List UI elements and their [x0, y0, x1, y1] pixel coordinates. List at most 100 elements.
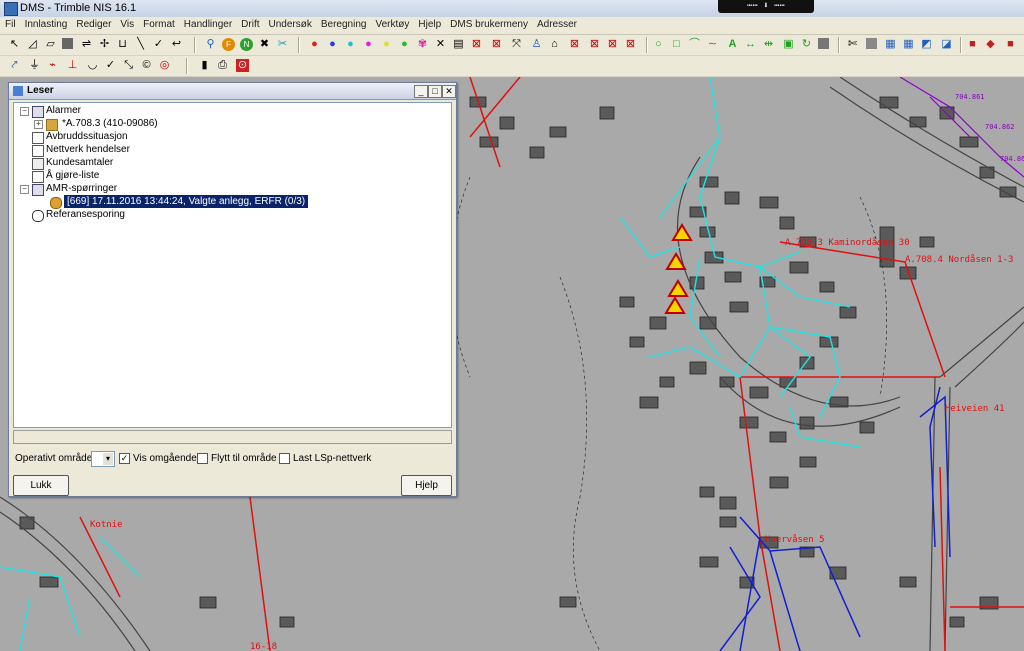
- menu-format[interactable]: Format: [138, 17, 179, 30]
- print-icon[interactable]: ⎙: [216, 59, 229, 72]
- rect-tool-icon[interactable]: □: [670, 38, 683, 51]
- yellow-dot-icon[interactable]: ●: [380, 38, 393, 51]
- move-icon[interactable]: ✢: [98, 38, 111, 51]
- multi-icon[interactable]: ✾: [416, 38, 429, 51]
- box-x-icon[interactable]: ⊠: [470, 38, 483, 51]
- menu-load[interactable]: Innlasting: [20, 17, 72, 30]
- close-button[interactable]: Lukk: [13, 475, 69, 496]
- tree-alarm-item[interactable]: *A.708.3 (410-09086): [62, 117, 158, 130]
- circle-tool-icon[interactable]: ○: [652, 38, 665, 51]
- draw-icon[interactable]: ◿: [26, 38, 39, 51]
- collapse-icon[interactable]: −: [20, 107, 29, 116]
- dialog-title-bar[interactable]: Leser _ □ ✕: [9, 83, 456, 100]
- menu-investigate[interactable]: Undersøk: [264, 17, 316, 30]
- tree-alarms[interactable]: Alarmer: [46, 104, 81, 117]
- bin-icon[interactable]: ▮: [198, 59, 211, 72]
- node-icon[interactable]: ⊔: [116, 38, 129, 51]
- package-icon[interactable]: ■: [1004, 38, 1017, 51]
- check2-icon[interactable]: ✓: [104, 59, 117, 72]
- measure-icon[interactable]: ⤧: [510, 38, 523, 51]
- refresh-tool-icon[interactable]: ↻: [800, 38, 813, 51]
- cyan-dot-icon[interactable]: ●: [344, 38, 357, 51]
- polygon-icon[interactable]: ▱: [44, 38, 57, 51]
- menu-tools[interactable]: Verktøy: [370, 17, 413, 30]
- cup-icon[interactable]: ◡: [86, 59, 99, 72]
- f-icon[interactable]: F: [222, 38, 235, 51]
- menu-help[interactable]: Hjelp: [413, 17, 445, 30]
- cross-tool-icon[interactable]: ✖: [258, 38, 271, 51]
- scissors-icon[interactable]: ✂: [276, 38, 289, 51]
- grid-icon[interactable]: ▦: [884, 38, 897, 51]
- chart-icon[interactable]: ◩: [920, 38, 933, 51]
- doc-icon[interactable]: ▤: [452, 38, 465, 51]
- maximize-icon[interactable]: □: [428, 85, 442, 98]
- layer-icon[interactable]: [866, 38, 877, 49]
- move-to-area-checkbox[interactable]: [197, 453, 208, 464]
- menu-dms-user[interactable]: DMS brukermeny: [445, 17, 532, 30]
- table-icon[interactable]: ▦: [902, 38, 915, 51]
- menu-actions[interactable]: Handlinger: [179, 17, 236, 30]
- show-surroundings-checkbox[interactable]: ✓: [119, 453, 130, 464]
- check-icon[interactable]: ✓: [152, 38, 165, 51]
- tree-amr-item[interactable]: [669] 17.11.2016 13:44:24, Valgte anlegg…: [64, 195, 309, 208]
- text-tool-icon[interactable]: A: [726, 38, 739, 51]
- line-icon[interactable]: ╲: [134, 38, 147, 51]
- cancel-tower-icon[interactable]: ⊠: [568, 38, 581, 51]
- tree-outages[interactable]: Avbruddssituasjon: [46, 130, 128, 143]
- ground-icon[interactable]: ⏚: [28, 59, 41, 72]
- arrows-tool-icon[interactable]: ↔: [744, 38, 757, 51]
- tools-icon[interactable]: ✄: [846, 38, 859, 51]
- chevron-down-icon[interactable]: ▾: [103, 453, 113, 465]
- polyline-tool-icon[interactable]: ⌒: [688, 38, 701, 51]
- cube-icon[interactable]: ◆: [984, 38, 997, 51]
- tree-reference[interactable]: Referansesporing: [46, 208, 125, 221]
- menu-calculation[interactable]: Beregning: [316, 17, 371, 30]
- delete-x-icon[interactable]: ✕: [434, 38, 447, 51]
- person-icon[interactable]: ♙: [530, 38, 543, 51]
- select-icon[interactable]: ↖: [8, 38, 21, 51]
- menu-view[interactable]: Vis: [115, 17, 138, 30]
- menu-addresses[interactable]: Adresser: [532, 17, 581, 30]
- stop-icon[interactable]: ⊙: [236, 59, 249, 72]
- box-x5-icon[interactable]: ⊠: [624, 38, 637, 51]
- target-icon[interactable]: ◎: [158, 59, 171, 72]
- dimension-tool-icon[interactable]: ⇹: [762, 38, 775, 51]
- box-x2-icon[interactable]: ⊠: [490, 38, 503, 51]
- magenta-dot-icon[interactable]: ●: [362, 38, 375, 51]
- menu-operation[interactable]: Drift: [236, 17, 263, 30]
- n-icon[interactable]: N: [240, 38, 253, 51]
- tree-todo[interactable]: Å gjøre-liste: [46, 169, 99, 182]
- gray-box-icon[interactable]: [818, 38, 829, 49]
- blue-dot-icon[interactable]: ●: [326, 38, 339, 51]
- collapse-icon[interactable]: −: [20, 185, 29, 194]
- expand-icon[interactable]: +: [34, 120, 43, 129]
- gift-icon[interactable]: ■: [966, 38, 979, 51]
- trace-icon[interactable]: ⤤: [8, 59, 21, 72]
- reader-tree[interactable]: − Alarmer + *A.708.3 (410-09086) Avbrudd…: [13, 102, 452, 428]
- undo-icon[interactable]: ↩: [170, 38, 183, 51]
- breaker-icon[interactable]: ⊥: [66, 59, 79, 72]
- remote-session-bar[interactable]: ⋯⋯ ⬇ ⋯⋯: [718, 0, 814, 13]
- help-button[interactable]: Hjelp: [401, 475, 452, 496]
- curve-tool-icon[interactable]: ∼: [706, 38, 719, 51]
- cable-icon[interactable]: ⇌: [80, 38, 93, 51]
- fill-icon[interactable]: [62, 38, 73, 49]
- save-tool-icon[interactable]: ▣: [782, 38, 795, 51]
- switch-icon[interactable]: ⌁: [46, 59, 59, 72]
- measure2-icon[interactable]: ⤡: [122, 59, 135, 72]
- tree-network-events[interactable]: Nettverk hendelser: [46, 143, 130, 156]
- minimize-icon[interactable]: _: [414, 85, 428, 98]
- green-dot-icon[interactable]: ●: [398, 38, 411, 51]
- box-x3-icon[interactable]: ⊠: [588, 38, 601, 51]
- chart2-icon[interactable]: ◪: [940, 38, 953, 51]
- tree-amr[interactable]: AMR-spørringer: [46, 182, 117, 195]
- network-icon[interactable]: ⚲: [204, 38, 217, 51]
- last-lsp-checkbox[interactable]: [279, 453, 290, 464]
- operative-area-select[interactable]: ▾: [91, 451, 115, 467]
- close-icon[interactable]: ✕: [442, 85, 456, 98]
- red-dot-icon[interactable]: ●: [308, 38, 321, 51]
- copyright-icon[interactable]: ©: [140, 59, 153, 72]
- menu-file[interactable]: Fil: [0, 17, 20, 30]
- tree-customer-calls[interactable]: Kundesamtaler: [46, 156, 113, 169]
- menu-edit[interactable]: Rediger: [71, 17, 115, 30]
